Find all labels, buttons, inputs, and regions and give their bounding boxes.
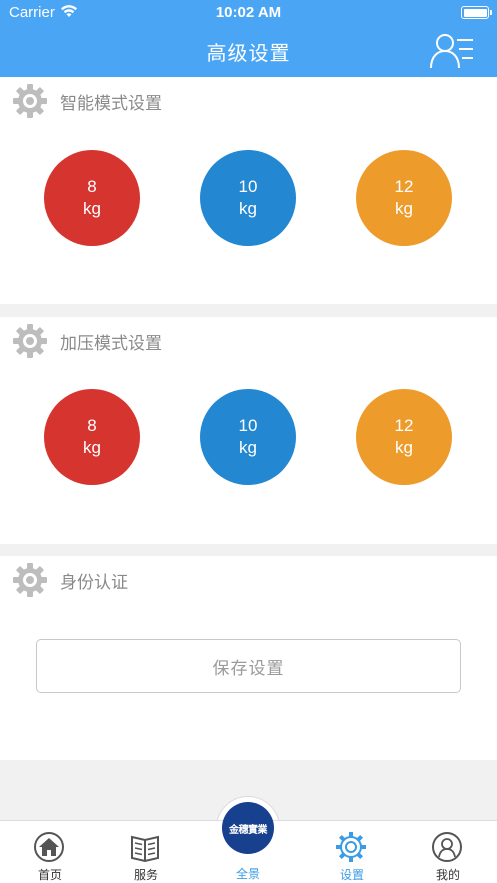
user-list-icon[interactable] — [429, 32, 475, 70]
weight-value: 8 — [87, 416, 97, 435]
home-icon — [34, 832, 64, 862]
weight-unit: kg — [395, 199, 413, 218]
status-time: 10:02 AM — [215, 4, 282, 21]
tab-services[interactable]: 服务 — [96, 821, 196, 883]
weight-value: 12 — [394, 177, 414, 196]
weight-unit: kg — [395, 438, 413, 457]
page-title: 高级设置 — [206, 41, 291, 65]
identity-section: 身份认证 保存设置 — [0, 556, 497, 760]
tab-panorama-label[interactable]: 全景 — [198, 865, 298, 882]
smart-mode-section: 智能模式设置 8 kg 10 kg 12 kg — [0, 77, 497, 304]
tab-profile[interactable]: 我的 — [398, 821, 497, 883]
gear-icon — [13, 563, 47, 597]
nav-bar: 高级设置 — [0, 26, 497, 77]
tab-label: 服务 — [133, 868, 158, 882]
book-icon — [131, 835, 159, 863]
pressure-weight-8kg-button[interactable]: 8 kg — [44, 389, 140, 485]
smart-mode-header: 智能模式设置 — [12, 84, 162, 118]
identity-title: 身份认证 — [60, 572, 128, 593]
identity-header: 身份认证 — [12, 563, 128, 597]
tab-label: 首页 — [37, 868, 62, 882]
weight-unit: kg — [239, 199, 257, 218]
weight-unit: kg — [239, 438, 257, 457]
save-settings-button[interactable]: 保存设置 — [36, 639, 461, 693]
profile-icon — [432, 832, 462, 862]
pressure-mode-section: 加压模式设置 8 kg 10 kg 12 kg — [0, 317, 497, 544]
pressure-mode-header: 加压模式设置 — [12, 324, 162, 358]
weight-value: 10 — [238, 177, 258, 196]
tab-panorama-logo[interactable]: 金穗實業 — [222, 802, 274, 854]
tab-settings[interactable]: 设置 — [302, 821, 402, 883]
smart-weight-10kg-button[interactable]: 10 kg — [200, 150, 296, 246]
smart-weight-12kg-button[interactable]: 12 kg — [356, 150, 452, 246]
tab-label: 我的 — [435, 868, 460, 882]
pressure-weight-12kg-button[interactable]: 12 kg — [356, 389, 452, 485]
battery-icon — [461, 6, 492, 19]
pressure-weight-10kg-button[interactable]: 10 kg — [200, 389, 296, 485]
tab-label: 设置 — [339, 868, 364, 882]
pressure-mode-title: 加压模式设置 — [60, 333, 162, 354]
weight-value: 10 — [238, 416, 258, 435]
tab-home[interactable]: 首页 — [0, 821, 100, 883]
smart-mode-title: 智能模式设置 — [60, 93, 162, 114]
weight-value: 8 — [87, 177, 97, 196]
status-bar: Carrier 10:02 AM — [0, 0, 497, 26]
weight-value: 12 — [394, 416, 414, 435]
smart-weight-8kg-button[interactable]: 8 kg — [44, 150, 140, 246]
weight-unit: kg — [83, 199, 101, 218]
gear-icon — [13, 324, 47, 358]
gear-icon — [336, 832, 366, 862]
weight-unit: kg — [83, 438, 101, 457]
gear-icon — [13, 84, 47, 118]
